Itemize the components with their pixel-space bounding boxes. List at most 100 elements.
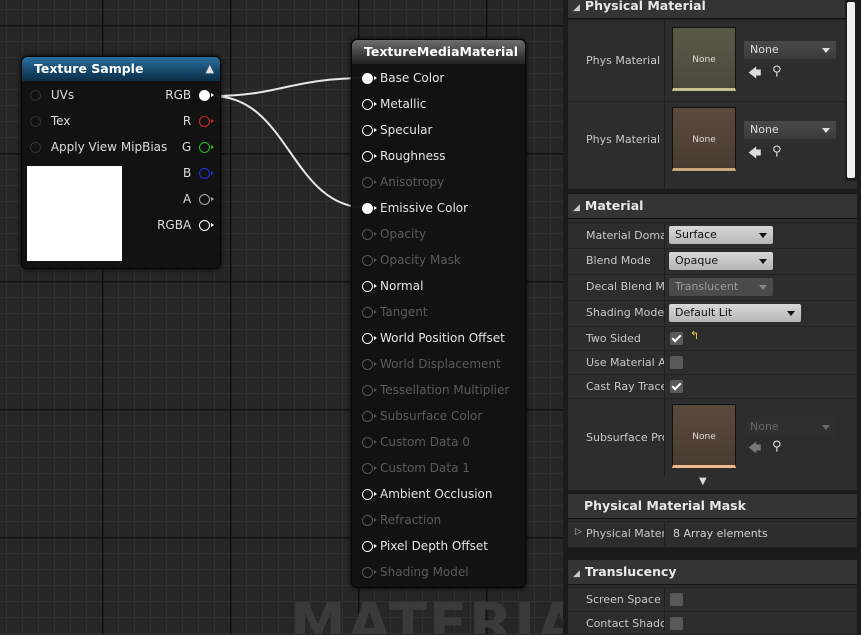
phys-material-mask-thumbnail[interactable]: None	[672, 107, 736, 171]
phys-material-combo[interactable]: None	[744, 41, 836, 59]
material-node-header[interactable]: TextureMediaMaterial	[352, 40, 525, 64]
pin-circle-icon[interactable]	[362, 385, 377, 396]
output-pin-a[interactable]: A	[183, 189, 214, 209]
material-pin-world-position-offset[interactable]: World Position Offset	[362, 328, 505, 348]
cast-ray-traced-shadows-checkbox[interactable]	[670, 380, 683, 393]
section-header-physical-material[interactable]: ◢ Physical Material	[568, 0, 857, 19]
pin-circle-icon[interactable]	[362, 437, 377, 448]
blend-mode-combo[interactable]: Opaque	[669, 252, 773, 270]
pin-circle-icon[interactable]	[362, 463, 377, 474]
pin-circle-icon[interactable]	[362, 281, 377, 292]
expand-arrow-icon[interactable]: ▼	[699, 476, 707, 487]
pin-circle-icon[interactable]	[199, 90, 214, 101]
material-graph[interactable]: MATERIAL Texture Sample ▲ UVs Tex Apply …	[0, 0, 563, 634]
pin-circle-icon[interactable]	[199, 168, 214, 179]
pin-circle-icon[interactable]	[362, 411, 377, 422]
pin-circle-icon[interactable]	[30, 142, 41, 153]
material-pin-shading-model[interactable]: Shading Model	[362, 562, 469, 582]
material-pin-world-displacement[interactable]: World Displacement	[362, 354, 501, 374]
pin-circle-icon[interactable]	[362, 567, 377, 578]
subsurface-profile-combo[interactable]: None	[744, 418, 836, 436]
material-pin-custom-data-1[interactable]: Custom Data 1	[362, 458, 470, 478]
decal-blend-mode-combo[interactable]: Translucent	[669, 278, 773, 296]
section-header-translucency[interactable]: ◢ Translucency	[568, 560, 857, 585]
material-pin-tessellation-multiplier[interactable]: Tessellation Multiplier	[362, 380, 509, 400]
pin-circle-icon[interactable]	[362, 541, 377, 552]
material-pin-emissive-color[interactable]: Emissive Color	[362, 198, 468, 218]
search-icon[interactable]: ⚲	[772, 439, 782, 454]
use-material-attributes-checkbox[interactable]	[670, 356, 683, 369]
pin-label: RGBA	[157, 218, 192, 232]
pin-circle-icon[interactable]	[362, 151, 377, 162]
screen-space-reflections-checkbox[interactable]	[670, 593, 683, 606]
details-scrollbar[interactable]	[845, 0, 857, 181]
material-pin-roughness[interactable]: Roughness	[362, 146, 445, 166]
material-pin-refraction[interactable]: Refraction	[362, 510, 441, 530]
input-pin-uvs[interactable]: UVs	[30, 85, 74, 105]
material-pin-normal[interactable]: Normal	[362, 276, 423, 296]
two-sided-checkbox[interactable]	[670, 332, 683, 345]
material-pin-base-color[interactable]: Base Color	[362, 68, 444, 88]
material-pin-anisotropy[interactable]: Anisotropy	[362, 172, 444, 192]
material-pin-specular[interactable]: Specular	[362, 120, 432, 140]
pin-circle-icon[interactable]	[362, 255, 377, 266]
collapse-triangle-icon[interactable]: ◢	[573, 562, 580, 586]
pin-circle-icon[interactable]	[199, 116, 214, 127]
arrow-left-icon[interactable]: 🡄	[748, 439, 761, 461]
material-pin-opacity-mask[interactable]: Opacity Mask	[362, 250, 461, 270]
output-pin-rgba[interactable]: RGBA	[157, 215, 214, 235]
input-pin-apply-view-mipbias[interactable]: Apply View MipBias	[30, 137, 167, 157]
collapse-triangle-icon[interactable]: ▲	[206, 57, 214, 81]
output-pin-g[interactable]: G	[182, 137, 214, 157]
subsurface-profile-thumbnail[interactable]: None	[672, 404, 736, 468]
output-pin-r[interactable]: R	[183, 111, 214, 131]
shading-model-combo[interactable]: Default Lit	[669, 304, 801, 322]
section-header-physical-material-mask[interactable]: Physical Material Mask	[568, 494, 857, 519]
pin-circle-icon[interactable]	[362, 177, 377, 188]
material-pin-opacity[interactable]: Opacity	[362, 224, 426, 244]
pin-circle-icon[interactable]	[30, 90, 41, 101]
material-pin-pixel-depth-offset[interactable]: Pixel Depth Offset	[362, 536, 488, 556]
input-pin-tex[interactable]: Tex	[30, 111, 70, 131]
scrollbar-thumb[interactable]	[847, 2, 855, 178]
property-row-physical-material-map[interactable]: ▷ Physical Material Map 8 Array elements	[568, 521, 857, 546]
pin-circle-icon[interactable]	[362, 203, 377, 214]
reset-arrow-icon[interactable]: ↰	[690, 329, 699, 342]
texture-sample-header[interactable]: Texture Sample ▲	[22, 57, 220, 81]
pin-circle-icon[interactable]	[199, 220, 214, 231]
phys-material-mask-combo[interactable]: None	[744, 121, 836, 139]
material-pin-custom-data-0[interactable]: Custom Data 0	[362, 432, 470, 452]
collapse-triangle-icon[interactable]: ◢	[573, 196, 580, 220]
pin-circle-icon[interactable]	[362, 73, 377, 84]
search-icon[interactable]: ⚲	[772, 144, 782, 159]
texture-sample-node[interactable]: Texture Sample ▲ UVs Tex Apply View MipB…	[21, 56, 221, 269]
pin-circle-icon[interactable]	[362, 229, 377, 240]
material-result-node[interactable]: TextureMediaMaterial Base Color Metallic S…	[351, 39, 526, 588]
material-pin-subsurface-color[interactable]: Subsurface Color	[362, 406, 482, 426]
pin-circle-icon[interactable]	[362, 359, 377, 370]
property-label: Contact Shadows	[586, 617, 664, 630]
pin-circle-icon[interactable]	[362, 125, 377, 136]
pin-circle-icon[interactable]	[30, 116, 41, 127]
material-pin-ambient-occlusion[interactable]: Ambient Occlusion	[362, 484, 492, 504]
output-pin-rgb[interactable]: RGB	[165, 85, 214, 105]
arrow-left-icon[interactable]: 🡄	[748, 64, 761, 86]
output-pin-b[interactable]: B	[183, 163, 214, 183]
arrow-left-icon[interactable]: 🡄	[748, 144, 761, 166]
pin-circle-icon[interactable]	[199, 142, 214, 153]
phys-material-thumbnail[interactable]: None	[672, 27, 736, 91]
pin-circle-icon[interactable]	[362, 489, 377, 500]
pin-circle-icon[interactable]	[362, 99, 377, 110]
pin-circle-icon[interactable]	[362, 515, 377, 526]
search-icon[interactable]: ⚲	[772, 64, 782, 79]
pin-circle-icon[interactable]	[362, 333, 377, 344]
contact-shadows-checkbox[interactable]	[670, 617, 683, 630]
collapse-triangle-icon[interactable]: ◢	[573, 0, 580, 20]
material-pin-tangent[interactable]: Tangent	[362, 302, 428, 322]
pin-circle-icon[interactable]	[362, 307, 377, 318]
section-header-material[interactable]: ◢ Material	[568, 194, 857, 219]
pin-circle-icon[interactable]	[199, 194, 214, 205]
expand-triangle-icon[interactable]: ▷	[575, 527, 582, 537]
material-domain-combo[interactable]: Surface	[669, 226, 773, 244]
material-pin-metallic[interactable]: Metallic	[362, 94, 426, 114]
